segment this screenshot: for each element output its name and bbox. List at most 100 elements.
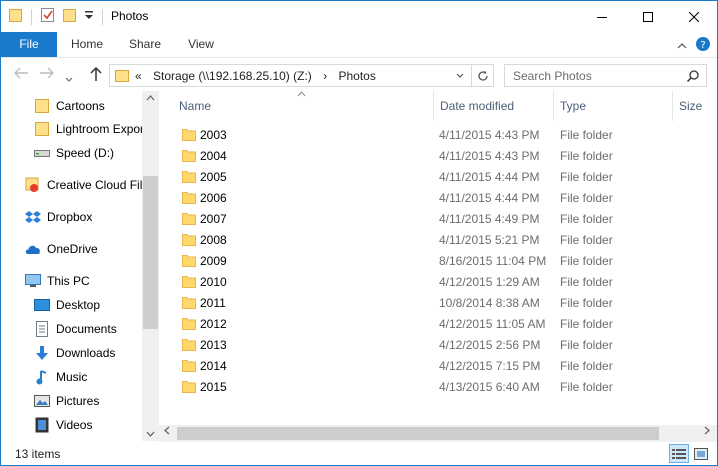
nav-item-this-pc[interactable]: This PC <box>25 270 90 292</box>
folder-icon <box>182 295 196 312</box>
refresh-button[interactable] <box>471 65 493 86</box>
nav-item-downloads[interactable]: Downloads <box>34 342 115 364</box>
nav-item-desktop[interactable]: Desktop <box>34 294 100 316</box>
file-type: File folder <box>560 380 613 394</box>
column-header-date-modified[interactable]: Date modified <box>440 99 514 113</box>
nav-item-lightroom-export[interactable]: Lightroom Expor <box>34 118 144 140</box>
table-row[interactable]: 2009 8/16/2015 11:04 PM File folder <box>164 250 704 271</box>
forward-arrow-icon[interactable] <box>39 66 55 84</box>
minimize-icon <box>597 16 607 18</box>
videos-icon <box>34 417 50 433</box>
nav-item-creative-cloud[interactable]: Creative Cloud Fil <box>25 174 142 196</box>
nav-item-label: Downloads <box>56 346 116 360</box>
quick-access-toolbar <box>9 7 105 26</box>
maximize-button[interactable] <box>625 1 671 32</box>
navigation-pane: Cartoons Lightroom Expor Speed (D:) Crea… <box>1 91 159 441</box>
tab-home[interactable]: Home <box>59 32 115 57</box>
table-row[interactable]: 2006 4/11/2015 4:44 PM File folder <box>164 187 704 208</box>
nav-scrollbar-thumb[interactable] <box>143 176 158 329</box>
nav-item-pictures[interactable]: Pictures <box>34 390 99 412</box>
tab-view[interactable]: View <box>173 32 229 57</box>
creative-cloud-icon <box>25 177 41 193</box>
search-input[interactable]: Search Photos <box>513 69 592 83</box>
expand-ribbon-icon[interactable] <box>677 39 687 53</box>
column-divider[interactable] <box>553 91 554 121</box>
up-arrow-icon[interactable] <box>89 66 103 86</box>
nav-item-label: Music <box>56 370 88 384</box>
address-bar[interactable]: « Storage (\\192.168.25.10) (Z:) › Photo… <box>109 64 494 87</box>
drive-icon <box>34 145 50 161</box>
column-divider[interactable] <box>672 91 673 121</box>
file-list: Name Date modified Type Size 2003 4/11/20… <box>164 91 717 441</box>
nav-item-videos[interactable]: Videos <box>34 414 92 436</box>
onedrive-icon <box>25 241 41 257</box>
new-folder-icon[interactable] <box>62 7 78 26</box>
file-date-modified: 4/12/2015 11:05 AM <box>439 317 546 331</box>
nav-item-dropbox[interactable]: Dropbox <box>25 206 92 228</box>
folder-icon <box>182 379 196 396</box>
table-row[interactable]: 2013 4/12/2015 2:56 PM File folder <box>164 334 704 355</box>
search-icon[interactable] <box>686 69 700 86</box>
column-divider[interactable] <box>433 91 434 121</box>
folder-icon[interactable] <box>9 7 23 26</box>
table-row[interactable]: 2015 4/13/2015 6:40 AM File folder <box>164 376 704 397</box>
scroll-up-icon[interactable] <box>146 95 155 101</box>
customize-toolbar-icon[interactable] <box>84 9 94 24</box>
nav-item-documents[interactable]: Documents <box>34 318 117 340</box>
horizontal-scrollbar-thumb[interactable] <box>177 427 659 440</box>
breadcrumb-separator[interactable]: › <box>323 69 327 83</box>
file-name: 2005 <box>200 170 227 184</box>
table-row[interactable]: 2012 4/12/2015 11:05 AM File folder <box>164 313 704 334</box>
nav-item-onedrive[interactable]: OneDrive <box>25 238 98 260</box>
view-switcher <box>669 444 711 463</box>
close-button[interactable] <box>671 1 717 32</box>
nav-item-label: Documents <box>56 322 117 336</box>
recent-locations-icon[interactable] <box>65 70 73 87</box>
file-name: 2006 <box>200 191 227 205</box>
tab-share[interactable]: Share <box>117 32 173 57</box>
column-header-size[interactable]: Size <box>679 99 702 113</box>
large-icons-view-button[interactable] <box>691 444 711 463</box>
table-row[interactable]: 2010 4/12/2015 1:29 AM File folder <box>164 271 704 292</box>
search-box[interactable]: Search Photos <box>504 64 707 87</box>
help-icon[interactable]: ? <box>695 36 711 55</box>
column-header-name[interactable]: Name <box>179 99 211 113</box>
scroll-left-icon[interactable] <box>164 426 170 438</box>
details-view-icon <box>672 448 686 459</box>
chevron-down-icon <box>456 73 464 78</box>
back-arrow-icon[interactable] <box>13 66 29 84</box>
item-count: 13 items <box>15 447 61 461</box>
tab-file[interactable]: File <box>1 32 57 57</box>
folder-icon <box>182 274 196 291</box>
table-row[interactable]: 2011 10/8/2014 8:38 AM File folder <box>164 292 704 313</box>
scroll-down-icon[interactable] <box>146 431 155 437</box>
breadcrumb-segment-storage[interactable]: Storage (\\192.168.25.10) (Z:) <box>153 69 312 83</box>
table-row[interactable]: 2005 4/11/2015 4:44 PM File folder <box>164 166 704 187</box>
table-row[interactable]: 2007 4/11/2015 4:49 PM File folder <box>164 208 704 229</box>
file-type: File folder <box>560 128 613 142</box>
scroll-right-icon[interactable] <box>704 426 710 438</box>
column-header-type[interactable]: Type <box>560 99 586 113</box>
file-date-modified: 10/8/2014 8:38 AM <box>439 296 540 310</box>
horizontal-scrollbar[interactable] <box>159 425 717 442</box>
table-row[interactable]: 2004 4/11/2015 4:43 PM File folder <box>164 145 704 166</box>
table-row[interactable]: 2014 4/12/2015 7:15 PM File folder <box>164 355 704 376</box>
minimize-button[interactable] <box>579 1 625 32</box>
table-row[interactable]: 2008 4/11/2015 5:21 PM File folder <box>164 229 704 250</box>
file-date-modified: 4/13/2015 6:40 AM <box>439 380 540 394</box>
file-name: 2003 <box>200 128 227 142</box>
nav-scrollbar[interactable] <box>142 91 159 441</box>
table-row[interactable]: 2003 4/11/2015 4:43 PM File folder <box>164 124 704 145</box>
nav-item-cartoons[interactable]: Cartoons <box>34 95 105 117</box>
address-history-button[interactable] <box>451 66 469 85</box>
details-view-button[interactable] <box>669 444 689 463</box>
properties-icon[interactable] <box>40 7 56 26</box>
nav-item-music[interactable]: Music <box>34 366 87 388</box>
file-date-modified: 4/11/2015 4:43 PM <box>439 149 540 163</box>
breadcrumb-segment-photos[interactable]: Photos <box>338 69 375 83</box>
nav-item-speed-drive[interactable]: Speed (D:) <box>34 142 114 164</box>
file-name: 2004 <box>200 149 227 163</box>
file-name: 2011 <box>200 296 226 310</box>
breadcrumb-overflow[interactable]: « <box>135 69 142 83</box>
nav-item-label: Lightroom Expor <box>56 122 145 136</box>
